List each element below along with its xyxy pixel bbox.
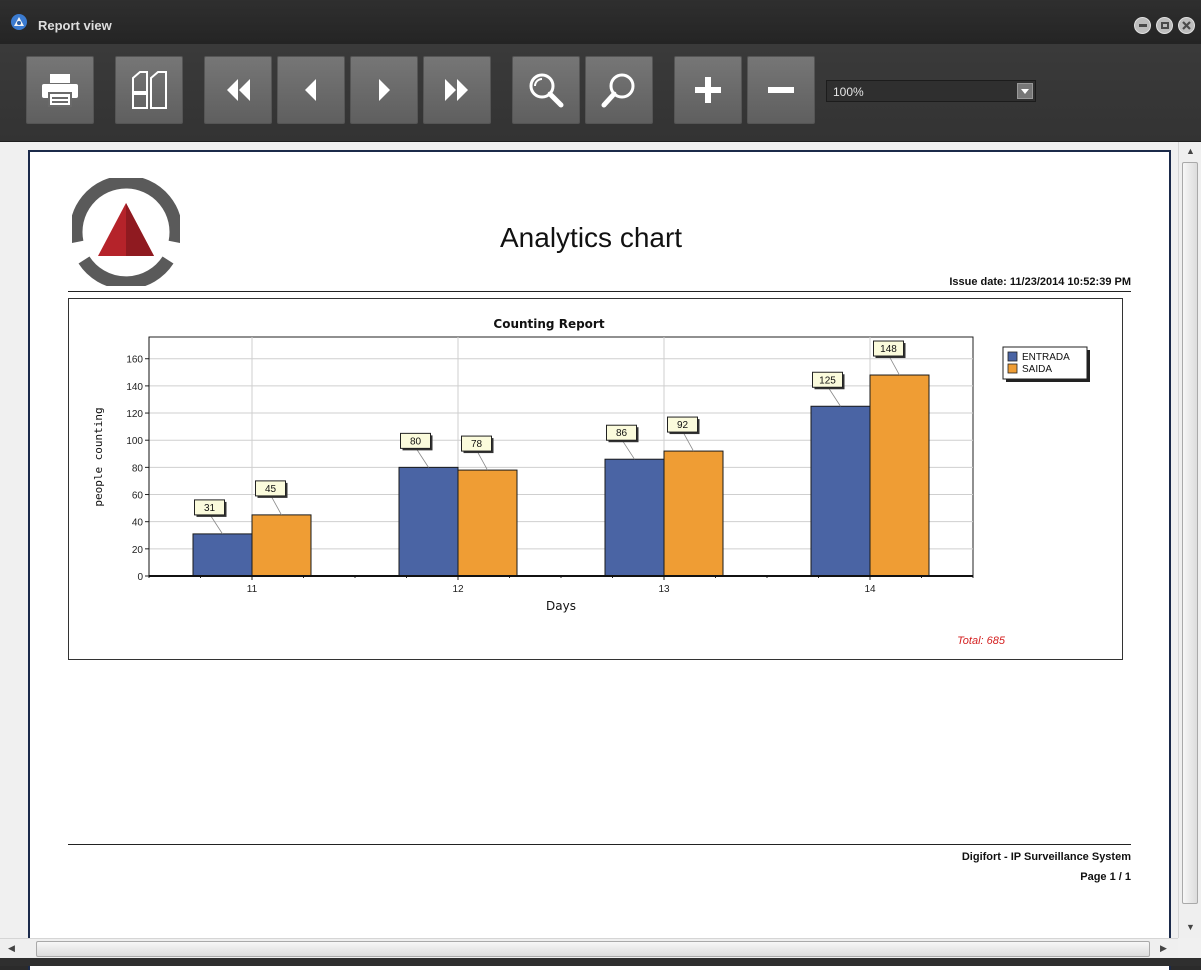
data-label: 31 [204,503,216,514]
double-left-arrow-icon [227,79,250,101]
vertical-scrollbar[interactable]: ▲ ▼ [1178,142,1201,938]
x-tick-label: 12 [452,584,464,595]
chevron-down-icon[interactable] [1017,83,1033,99]
counting-report-chart: Counting Report people counting Days Tot… [92,317,1090,647]
first-page-button[interactable] [204,56,272,124]
window-title: Report view [38,18,112,33]
page-setup-button[interactable] [115,56,183,124]
data-label: 125 [819,375,836,386]
maximize-button[interactable] [1156,17,1173,34]
toolbar: 100% [0,44,1201,142]
report-page: Analytics chart Issue date: 11/23/2014 1… [28,150,1171,970]
total-count: Total: 685 [957,635,1006,647]
legend-label-entrada: ENTRADA [1022,352,1070,363]
pages-icon [132,71,167,109]
bar-entrada-13 [604,458,665,577]
zoom-in-button[interactable] [512,56,580,124]
plus-icon [695,77,721,103]
app-icon [11,14,27,30]
data-label: 148 [880,344,897,355]
x-tick-label: 11 [247,584,258,595]
left-arrow-icon [305,79,316,101]
horizontal-scrollbar[interactable]: ◀ ▶ [0,938,1178,958]
x-tick-label: 13 [658,584,670,595]
x-axis-label: Days [546,599,576,613]
header-divider [68,291,1131,292]
decrease-button[interactable] [747,56,815,124]
data-label: 80 [410,436,422,447]
data-label: 86 [616,428,628,439]
minus-icon [768,87,794,93]
scroll-up-icon[interactable]: ▲ [1186,146,1195,156]
scroll-down-icon[interactable]: ▼ [1186,922,1195,932]
data-label: 92 [677,420,689,431]
company-logo [72,178,180,286]
scroll-right-icon[interactable]: ▶ [1160,943,1167,954]
y-tick-label: 160 [126,355,143,366]
next-page-button[interactable] [350,56,418,124]
y-axis-label: people counting [92,407,105,506]
y-tick-label: 40 [132,518,144,529]
bar-saida-12 [457,469,518,577]
previous-page-button[interactable] [277,56,345,124]
y-tick-label: 80 [132,463,144,474]
issue-date: Issue date: 11/23/2014 10:52:39 PM [949,276,1131,288]
print-button[interactable] [26,56,94,124]
chart-title: Counting Report [493,317,604,331]
y-tick-label: 140 [126,382,143,393]
footer-page-number: Page 1 / 1 [1080,871,1131,883]
bar-saida-13 [663,450,724,577]
horizontal-scroll-thumb[interactable] [36,941,1150,957]
status-bar [0,958,1201,966]
chart-panel: Counting Report people counting Days Tot… [68,298,1123,660]
magnifier-alt-icon [601,73,635,108]
vertical-scroll-thumb[interactable] [1182,162,1198,904]
data-label: 78 [471,439,483,450]
y-tick-label: 100 [126,436,143,447]
printer-icon [42,74,78,107]
close-button[interactable] [1178,17,1195,34]
title-bar: Report view [0,0,1201,44]
legend-swatch-entrada [1007,351,1018,362]
magnifier-icon [529,73,564,108]
report-viewport: Analytics chart Issue date: 11/23/2014 1… [0,142,1201,970]
y-tick-label: 20 [132,545,144,556]
minimize-button[interactable] [1134,17,1151,34]
legend-label-saida: SAIDA [1022,364,1052,375]
last-page-button[interactable] [423,56,491,124]
right-arrow-icon [379,79,390,101]
zoom-out-button[interactable] [585,56,653,124]
zoom-value: 100% [833,85,864,99]
x-tick-label: 14 [864,584,876,595]
data-label: 45 [265,484,277,495]
footer-divider [68,844,1131,845]
bar-entrada-11 [192,533,253,577]
increase-button[interactable] [674,56,742,124]
legend-swatch-saida [1007,363,1018,374]
zoom-select[interactable]: 100% [826,80,1036,102]
report-title: Analytics chart [500,222,683,253]
close-icon [1182,21,1191,30]
bar-saida-11 [251,514,312,577]
bar-entrada-12 [398,466,459,577]
y-tick-label: 0 [137,572,143,583]
double-right-arrow-icon [445,79,468,101]
footer-company: Digifort - IP Surveillance System [961,851,1131,863]
bar-entrada-14 [810,405,871,577]
y-tick-label: 120 [126,409,143,420]
y-tick-label: 60 [132,491,144,502]
bar-saida-14 [869,374,930,577]
scroll-left-icon[interactable]: ◀ [8,943,15,954]
